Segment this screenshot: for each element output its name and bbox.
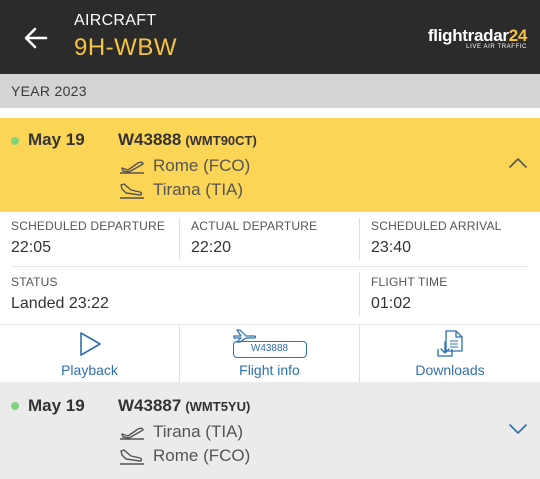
flight-time-label: FLIGHT TIME: [371, 275, 448, 289]
status-label: STATUS: [11, 275, 58, 289]
callsign: (WMT90CT): [185, 133, 257, 148]
flight-number-text: W43888: [118, 130, 182, 149]
downloads-label: Downloads: [415, 362, 485, 378]
logo-number: 24: [508, 26, 528, 45]
destination-airport: Tirana (TIA): [153, 180, 244, 199]
header-label: AIRCRAFT: [74, 12, 157, 29]
logo-main-text: flightradar: [427, 26, 509, 45]
flight-number: W43887 (WMT5YU): [118, 396, 250, 416]
scheduled-departure-value: 22:05: [11, 239, 52, 256]
scheduled-departure-label: SCHEDULED DEPARTURE: [11, 219, 166, 233]
flight-time: FLIGHT TIME 01:02: [371, 275, 447, 313]
chevron-up-icon[interactable]: [508, 156, 528, 170]
flightradar24-logo: flightradar24 LIVE AIR TRAFFIC: [428, 26, 527, 50]
flight-status: STATUS Landed 23:22: [11, 275, 109, 313]
scheduled-arrival-label: SCHEDULED ARRIVAL: [371, 219, 502, 233]
downloads-button[interactable]: Downloads: [360, 325, 540, 383]
callsign: (WMT5YU): [185, 399, 251, 414]
download-document-icon: [437, 330, 463, 357]
actual-departure: ACTUAL DEPARTURE 22:20: [191, 219, 317, 257]
year-section-header: YEAR 2023: [0, 74, 540, 108]
origin-airport: Tirana (TIA): [153, 422, 244, 441]
status-dot: [11, 137, 19, 145]
chevron-down-icon[interactable]: [508, 422, 528, 436]
scheduled-arrival: SCHEDULED ARRIVAL 23:40: [371, 219, 502, 257]
flight-row-selected[interactable]: May 19 W43888 (WMT90CT) Rome (FCO) Tirana…: [0, 118, 540, 212]
playback-label: Playback: [61, 362, 118, 378]
flight-date: May 19: [28, 396, 85, 415]
flight-time-value: 01:02: [371, 295, 412, 312]
takeoff-icon: [120, 427, 144, 440]
actual-departure-value: 22:20: [191, 239, 232, 256]
flight-row[interactable]: May 19 W43887 (WMT5YU) Tirana (TIA) Rome …: [0, 382, 540, 479]
playback-button[interactable]: Playback: [0, 325, 179, 383]
flight-number: W43888 (WMT90CT): [118, 130, 257, 150]
app-header: AIRCRAFT 9H-WBW flightradar24 LIVE AIR T…: [0, 0, 540, 74]
takeoff-icon: [120, 161, 144, 174]
flight-date: May 19: [28, 130, 85, 149]
flight-details-panel: SCHEDULED DEPARTURE 22:05 ACTUAL DEPARTU…: [0, 212, 540, 324]
scheduled-departure: SCHEDULED DEPARTURE 22:05: [11, 219, 165, 257]
back-arrow-icon[interactable]: [22, 24, 50, 52]
status-dot: [11, 402, 19, 410]
status-value: Landed 23:22: [11, 295, 109, 312]
landing-icon: [120, 183, 144, 199]
aircraft-registration: 9H-WBW: [74, 34, 177, 61]
landing-icon: [120, 449, 144, 465]
destination-airport: Rome (FCO): [153, 446, 251, 465]
flight-number-badge: W43888: [232, 341, 307, 358]
play-icon: [79, 332, 101, 356]
origin-airport: Rome (FCO): [153, 156, 251, 175]
flight-info-label: Flight info: [239, 362, 300, 378]
year-label: YEAR 2023: [11, 83, 87, 99]
scheduled-arrival-value: 23:40: [371, 239, 412, 256]
flight-number-text: W43887: [118, 396, 182, 415]
flight-actions: Playback W43888 Flight info Downloads: [0, 324, 540, 383]
actual-departure-label: ACTUAL DEPARTURE: [191, 219, 318, 233]
flight-info-button[interactable]: W43888 Flight info: [180, 325, 359, 383]
